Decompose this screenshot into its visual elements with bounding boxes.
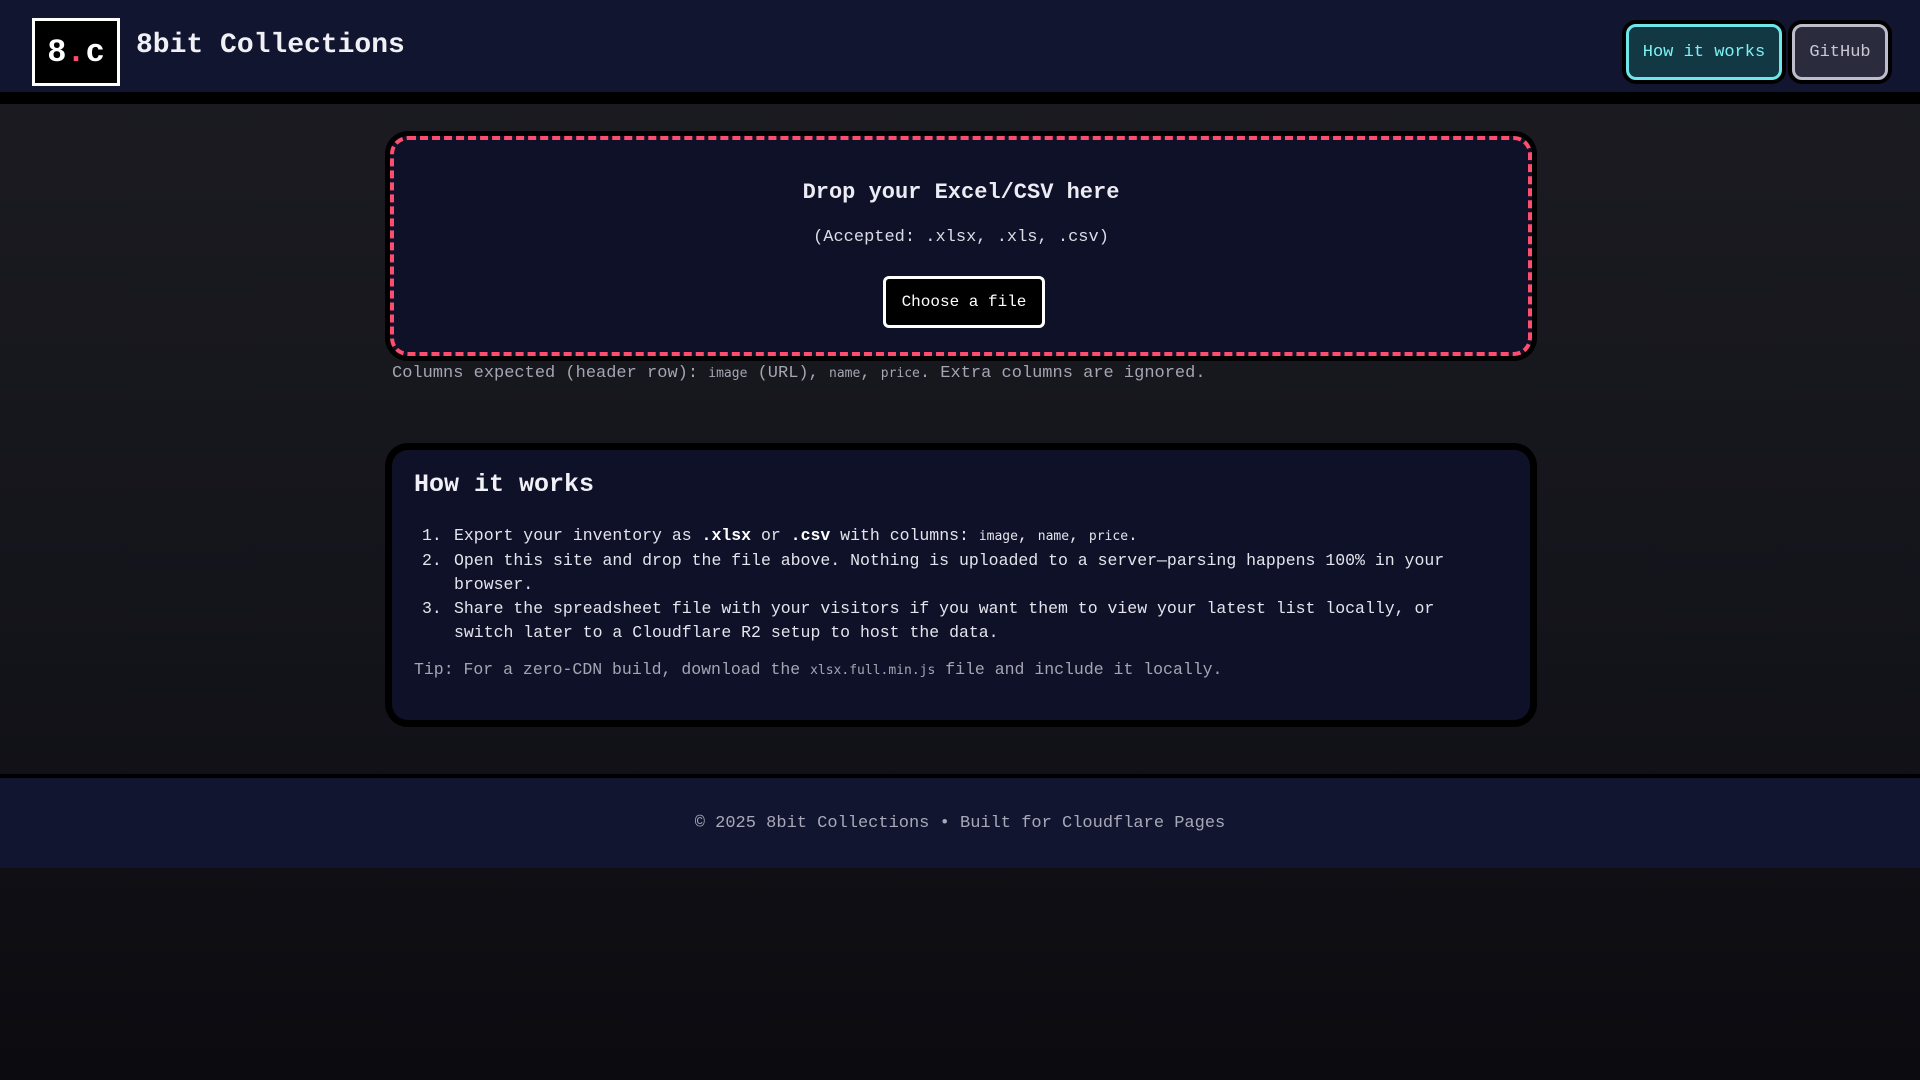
tip-prefix: Tip: For a zero-CDN build, download the <box>414 660 811 679</box>
tip-text: Tip: For a zero-CDN build, download the … <box>414 660 1222 679</box>
accepted-formats: (Accepted: .xlsx, .xls, .csv) <box>813 228 1109 247</box>
step-number: 2. <box>422 551 442 570</box>
footer-text: © 2025 8bit Collections • Built for Clou… <box>694 813 1226 833</box>
footer: © 2025 8bit Collections • Built for Clou… <box>0 774 1920 868</box>
columns-note-suffix: . Extra columns are ignored. <box>919 364 1206 383</box>
columns-note-prefix: Columns expected (header row): <box>392 364 709 383</box>
step-item: 3. Share the spreadsheet file with your v… <box>414 597 1494 645</box>
file-drop-zone[interactable]: Drop your Excel/CSV here (Accepted: .xls… <box>390 136 1532 356</box>
step-text: with columns: <box>830 526 979 545</box>
step-item: 1. Export your inventory as .xlsx or .csv… <box>414 524 1494 549</box>
step-text: Export your inventory as <box>454 526 702 545</box>
format-csv: .csv <box>790 526 831 545</box>
step-text: Open this site and drop the file above. … <box>454 551 1445 594</box>
logo-char-main: 8 <box>47 33 67 71</box>
logo-dot: . <box>66 33 86 71</box>
drop-zone-title: Drop your Excel/CSV here <box>802 180 1120 205</box>
column-image: image <box>708 366 748 381</box>
step-text: or <box>751 526 791 545</box>
column-price: price <box>880 366 920 381</box>
step-text: , <box>1017 526 1038 545</box>
tip-suffix: file and include it locally. <box>935 660 1223 679</box>
step-number: 3. <box>422 599 442 618</box>
step-item: 2. Open this site and drop the file above… <box>414 549 1494 597</box>
column-name: name <box>829 366 861 381</box>
column-price: price <box>1088 529 1129 544</box>
column-image: image <box>978 529 1018 544</box>
how-it-works-title: How it works <box>414 470 595 499</box>
format-xlsx: .xlsx <box>701 526 752 545</box>
logo-char-tail: c <box>85 33 105 71</box>
tip-file-name: xlsx.full.min.js <box>810 663 936 678</box>
columns-note-sep: , <box>860 364 881 383</box>
brand-name: 8bit Collections <box>136 30 405 61</box>
top-bar: 8.c 8bit Collections How it works GitHub <box>0 0 1920 104</box>
step-text: Share the spreadsheet file with your vis… <box>454 599 1435 642</box>
step-number: 1. <box>422 526 442 545</box>
columns-note-mid: (URL), <box>747 364 830 383</box>
step-text: . <box>1128 526 1138 545</box>
choose-file-button[interactable]: Choose a file <box>883 276 1045 328</box>
site-logo[interactable]: 8.c <box>32 18 120 86</box>
steps-list: 1. Export your inventory as .xlsx or .csv… <box>414 524 1494 645</box>
column-name: name <box>1037 529 1070 544</box>
step-text: , <box>1069 526 1089 545</box>
github-button[interactable]: GitHub <box>1792 24 1888 80</box>
columns-note: Columns expected (header row): image (UR… <box>392 364 1206 383</box>
how-it-works-button[interactable]: How it works <box>1626 24 1782 80</box>
how-it-works-card: How it works 1. Export your inventory as … <box>392 450 1530 720</box>
